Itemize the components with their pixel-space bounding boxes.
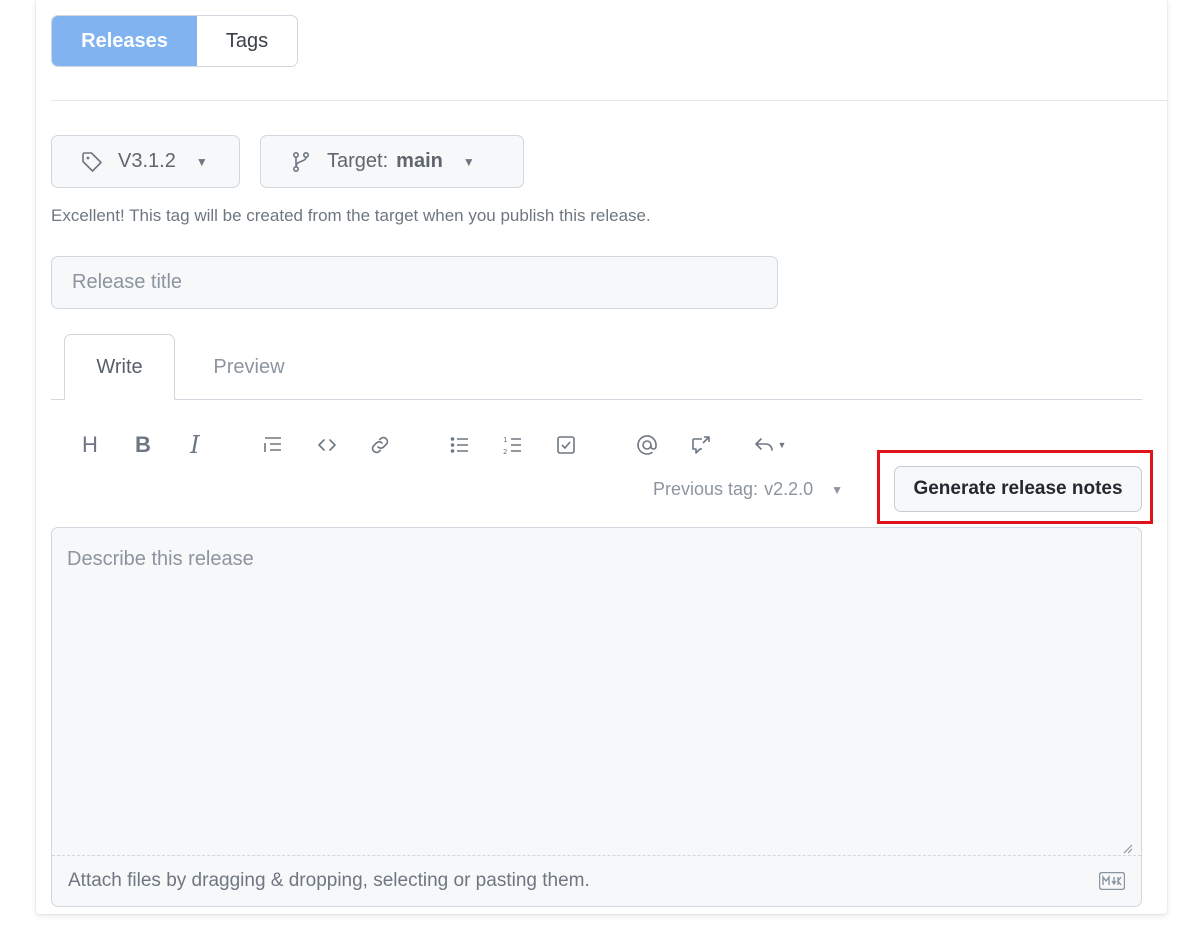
divider	[51, 100, 1167, 101]
unordered-list-icon[interactable]	[445, 430, 475, 460]
tag-icon	[80, 150, 104, 174]
tag-value: V3.1.2	[118, 150, 176, 172]
releases-tags-switch: Releases Tags	[51, 15, 298, 67]
reply-icon[interactable]: ▼	[746, 430, 792, 460]
tags-tab[interactable]: Tags	[197, 16, 297, 66]
svg-text:2: 2	[503, 448, 507, 456]
target-value: main	[396, 150, 443, 172]
choose-tag-button[interactable]: V3.1.2 ▼	[51, 135, 240, 188]
chevron-down-icon: ▼	[462, 154, 475, 169]
description-placeholder: Describe this release	[67, 548, 254, 570]
tag-hint-text: Excellent! This tag will be created from…	[51, 206, 651, 225]
target-branch-button[interactable]: Target: main ▼	[260, 135, 524, 188]
code-icon[interactable]	[312, 430, 342, 460]
chevron-down-icon: ▼	[777, 440, 787, 450]
bold-icon[interactable]: B	[128, 430, 158, 460]
italic-label: I	[190, 431, 200, 459]
releases-tab[interactable]: Releases	[52, 16, 197, 66]
task-list-icon[interactable]	[551, 430, 581, 460]
markdown-icon	[1099, 872, 1125, 890]
italic-icon[interactable]: I	[180, 430, 210, 460]
tab-preview[interactable]: Preview	[196, 334, 302, 400]
heading-icon[interactable]: H	[75, 430, 105, 460]
attach-hint: Attach files by dragging & dropping, sel…	[68, 870, 590, 891]
release-title-input[interactable]	[51, 256, 778, 309]
previous-tag-label: Previous tag:	[653, 479, 759, 499]
attach-files-area[interactable]: Attach files by dragging & dropping, sel…	[52, 855, 1141, 906]
bold-label: B	[135, 432, 151, 457]
svg-text:1: 1	[503, 436, 507, 444]
reference-icon[interactable]	[686, 430, 716, 460]
chevron-down-icon: ▼	[195, 154, 208, 169]
generate-release-notes-button[interactable]: Generate release notes	[894, 466, 1142, 512]
release-description-textarea[interactable]: Describe this release Attach files by dr…	[51, 527, 1142, 907]
previous-tag-selector[interactable]: Previous tag: v2.2.0 ▼	[653, 479, 843, 500]
link-icon[interactable]	[365, 430, 395, 460]
ordered-list-icon[interactable]: 12	[498, 430, 528, 460]
mention-icon[interactable]	[632, 430, 662, 460]
quote-icon[interactable]	[258, 430, 288, 460]
heading-label: H	[82, 432, 98, 457]
resize-handle-icon[interactable]	[1121, 842, 1133, 854]
target-label: Target:	[327, 150, 389, 172]
chevron-down-icon: ▼	[831, 482, 843, 497]
tab-write[interactable]: Write	[64, 334, 175, 400]
git-branch-icon	[289, 150, 313, 174]
previous-tag-value: v2.2.0	[764, 479, 814, 499]
